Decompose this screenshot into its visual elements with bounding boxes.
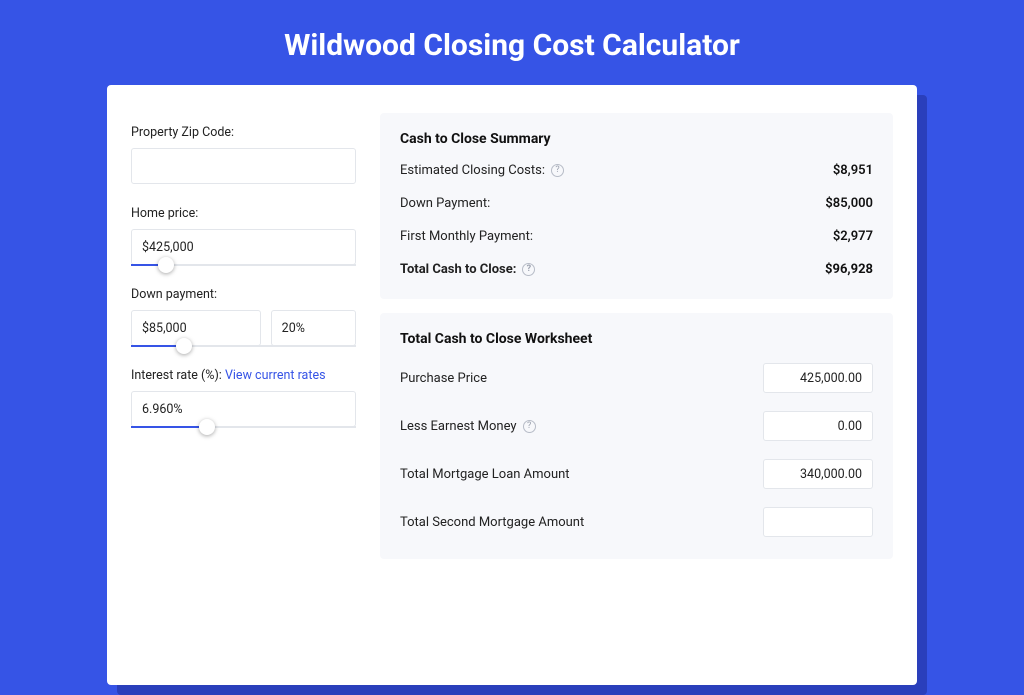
summary-value: $8,951 xyxy=(833,163,873,178)
summary-row-total: Total Cash to Close:? $96,928 xyxy=(400,262,873,277)
home-price-label: Home price: xyxy=(131,206,356,221)
home-price-slider-fill xyxy=(131,264,158,266)
calculator-card: Property Zip Code: Home price: Down paym… xyxy=(107,85,917,685)
interest-label-text: Interest rate (%): xyxy=(131,368,225,383)
help-icon[interactable]: ? xyxy=(522,263,535,276)
interest-slider-fill xyxy=(131,426,199,428)
worksheet-label: Total Second Mortgage Amount xyxy=(400,515,584,530)
down-payment-slider-fill xyxy=(131,345,176,347)
interest-rate-label: Interest rate (%): View current rates xyxy=(131,368,356,383)
summary-label: Down Payment: xyxy=(400,196,490,211)
down-payment-input[interactable] xyxy=(131,310,261,346)
home-price-field: Home price: xyxy=(131,206,356,265)
summary-row-monthly: First Monthly Payment: $2,977 xyxy=(400,229,873,244)
worksheet-row-earnest: Less Earnest Money? xyxy=(400,411,873,441)
summary-total-label: Total Cash to Close: xyxy=(400,262,516,277)
worksheet-panel: Total Cash to Close Worksheet Purchase P… xyxy=(380,313,893,559)
down-payment-field: Down payment: xyxy=(131,287,356,346)
worksheet-earnest-input[interactable] xyxy=(763,411,873,441)
down-payment-slider-thumb[interactable] xyxy=(176,338,192,354)
worksheet-label: Less Earnest Money xyxy=(400,419,517,434)
down-payment-label: Down payment: xyxy=(131,287,356,302)
down-payment-pct-input[interactable] xyxy=(271,310,356,346)
calculator-card-wrap: Property Zip Code: Home price: Down paym… xyxy=(107,85,917,685)
worksheet-label: Purchase Price xyxy=(400,371,487,386)
zip-field: Property Zip Code: xyxy=(131,125,356,184)
help-icon[interactable]: ? xyxy=(523,420,536,433)
help-icon[interactable]: ? xyxy=(551,164,564,177)
interest-slider-thumb[interactable] xyxy=(199,419,215,435)
summary-row-costs: Estimated Closing Costs:? $8,951 xyxy=(400,163,873,178)
worksheet-loan-input[interactable] xyxy=(763,459,873,489)
worksheet-label: Total Mortgage Loan Amount xyxy=(400,467,570,482)
summary-row-down: Down Payment: $85,000 xyxy=(400,196,873,211)
cash-summary-panel: Cash to Close Summary Estimated Closing … xyxy=(380,113,893,299)
worksheet-row-purchase: Purchase Price xyxy=(400,363,873,393)
worksheet-row-loan: Total Mortgage Loan Amount xyxy=(400,459,873,489)
zip-input[interactable] xyxy=(131,148,356,184)
worksheet-purchase-input[interactable] xyxy=(763,363,873,393)
view-current-rates-link[interactable]: View current rates xyxy=(225,368,326,383)
page-title: Wildwood Closing Cost Calculator xyxy=(0,0,1024,85)
summary-value: $2,977 xyxy=(833,229,873,244)
home-price-slider-thumb[interactable] xyxy=(158,257,174,273)
summary-total-value: $96,928 xyxy=(825,262,873,277)
summary-value: $85,000 xyxy=(825,196,873,211)
results-column: Cash to Close Summary Estimated Closing … xyxy=(380,113,893,661)
worksheet-heading: Total Cash to Close Worksheet xyxy=(400,331,873,347)
interest-rate-input[interactable] xyxy=(131,391,356,427)
interest-rate-field: Interest rate (%): View current rates xyxy=(131,368,356,427)
summary-label: Estimated Closing Costs: xyxy=(400,163,545,178)
summary-label: First Monthly Payment: xyxy=(400,229,533,244)
summary-heading: Cash to Close Summary xyxy=(400,131,873,147)
inputs-column: Property Zip Code: Home price: Down paym… xyxy=(131,113,356,661)
zip-label: Property Zip Code: xyxy=(131,125,356,140)
